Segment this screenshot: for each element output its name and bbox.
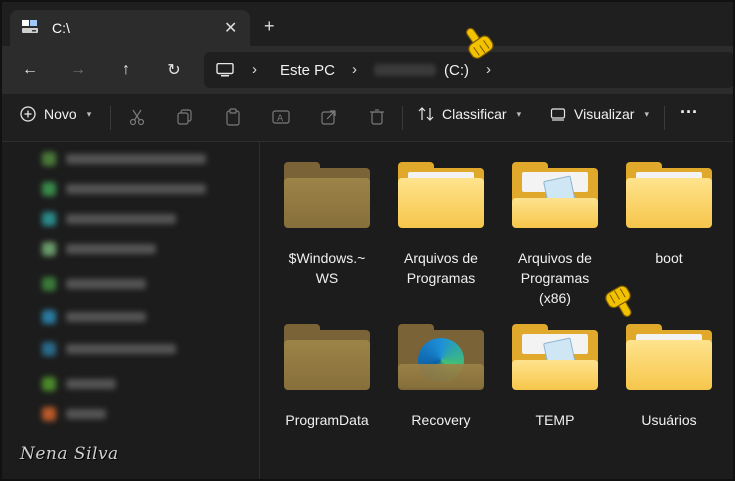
divider xyxy=(664,106,665,130)
divider xyxy=(402,106,403,130)
folder-label: Arquivos de Programas (x86) xyxy=(518,250,592,306)
folder-recovery[interactable]: Recovery xyxy=(386,324,496,430)
paste-icon[interactable] xyxy=(224,108,242,126)
folder-icon xyxy=(512,162,598,230)
watermark-signature: Nena Silva xyxy=(20,444,119,464)
folder-label: TEMP xyxy=(535,412,575,428)
more-options-button[interactable]: ··· xyxy=(680,102,698,123)
folder-boot[interactable]: boot xyxy=(614,162,724,268)
nav-pane-item[interactable] xyxy=(42,242,156,256)
folder-label: ProgramData xyxy=(285,412,369,428)
copy-icon[interactable] xyxy=(176,108,194,126)
folder-arquivos-de-programas[interactable]: Arquivos de Programas xyxy=(386,162,496,288)
sort-label: Classificar xyxy=(442,106,507,122)
view-label: Visualizar xyxy=(574,106,635,122)
svg-text:A: A xyxy=(277,114,284,124)
rename-icon[interactable]: A xyxy=(272,108,290,126)
delete-icon[interactable] xyxy=(368,108,386,126)
refresh-button[interactable]: ↻ xyxy=(162,58,186,82)
chevron-down-icon: ▾ xyxy=(644,108,649,119)
chevron-down-icon: ▾ xyxy=(516,108,522,119)
breadcrumb-separator: › xyxy=(352,61,357,78)
blurred-drive-name xyxy=(374,64,436,76)
folder-temp[interactable]: TEMP xyxy=(500,324,610,430)
new-tab-button[interactable]: + xyxy=(264,16,275,37)
forward-button[interactable]: → xyxy=(66,58,90,82)
folder-windows-ws[interactable]: $Windows.~ WS xyxy=(272,162,382,288)
share-icon[interactable] xyxy=(320,108,338,126)
folder-icon xyxy=(284,162,370,230)
pointing-hand-icon xyxy=(465,27,494,59)
command-bar: Novo ▾ A Classificar ▾ Visualizar ▾ ··· xyxy=(2,94,733,142)
folder-icon xyxy=(626,324,712,392)
folder-usuarios[interactable]: Usuários xyxy=(614,324,724,430)
back-button[interactable]: ← xyxy=(18,58,42,82)
sort-button[interactable]: Classificar ▾ xyxy=(418,106,521,122)
folder-icon xyxy=(284,324,370,392)
nav-pane-item[interactable] xyxy=(42,277,146,291)
navigation-pane xyxy=(2,142,260,479)
file-explorer-window: C:\ ✕ + ← → ↑ ↻ › Este PC › (C:) › Novo … xyxy=(0,0,735,481)
view-icon xyxy=(550,108,566,121)
up-button[interactable]: ↑ xyxy=(114,58,138,82)
breadcrumb-c-drive[interactable]: (C:) xyxy=(444,62,469,79)
nav-pane-item[interactable] xyxy=(42,342,176,356)
folder-icon xyxy=(512,324,598,392)
more-icon: ··· xyxy=(680,102,698,122)
folder-label: $Windows.~ WS xyxy=(288,250,366,286)
view-button[interactable]: Visualizar ▾ xyxy=(550,106,649,122)
folder-icon xyxy=(626,162,712,230)
folder-label: Recovery xyxy=(411,412,471,428)
nav-pane-item[interactable] xyxy=(42,182,206,196)
folder-view: $Windows.~ WS Arquivos de Programas Arqu… xyxy=(261,142,733,479)
folder-icon xyxy=(398,162,484,230)
plus-circle-icon xyxy=(20,106,36,122)
tab-strip: C:\ ✕ + xyxy=(2,2,733,46)
folder-label: Arquivos de Programas xyxy=(404,250,478,286)
folder-label: Usuários xyxy=(641,412,697,428)
folder-icon xyxy=(398,324,484,392)
nav-pane-item[interactable] xyxy=(42,152,206,166)
nav-pane-item[interactable] xyxy=(42,212,176,226)
folder-programdata[interactable]: ProgramData xyxy=(272,324,382,430)
new-label: Novo xyxy=(44,106,77,122)
pointing-hand-icon xyxy=(605,285,632,317)
chevron-down-icon: ▾ xyxy=(86,108,92,119)
navigation-bar: ← → ↑ ↻ › Este PC › (C:) › xyxy=(2,46,733,94)
divider xyxy=(110,106,111,130)
nav-pane-item[interactable] xyxy=(42,407,106,421)
nav-pane-item[interactable] xyxy=(42,377,116,391)
computer-icon xyxy=(216,63,234,77)
drive-icon xyxy=(22,20,38,33)
folder-arquivos-de-programas-x86[interactable]: Arquivos de Programas (x86) xyxy=(500,162,610,308)
folder-label: boot xyxy=(655,250,683,266)
cut-icon[interactable] xyxy=(128,108,146,126)
tab-title: C:\ xyxy=(52,20,70,36)
new-button[interactable]: Novo ▾ xyxy=(20,106,91,122)
breadcrumb-separator[interactable]: › xyxy=(486,61,491,78)
breadcrumb-separator: › xyxy=(252,61,257,78)
close-tab-icon[interactable]: ✕ xyxy=(224,18,237,38)
nav-pane-item[interactable] xyxy=(42,310,146,324)
breadcrumb-este-pc[interactable]: Este PC xyxy=(280,62,335,79)
sort-icon xyxy=(418,107,434,121)
tab-c-drive[interactable]: C:\ ✕ xyxy=(10,10,250,46)
